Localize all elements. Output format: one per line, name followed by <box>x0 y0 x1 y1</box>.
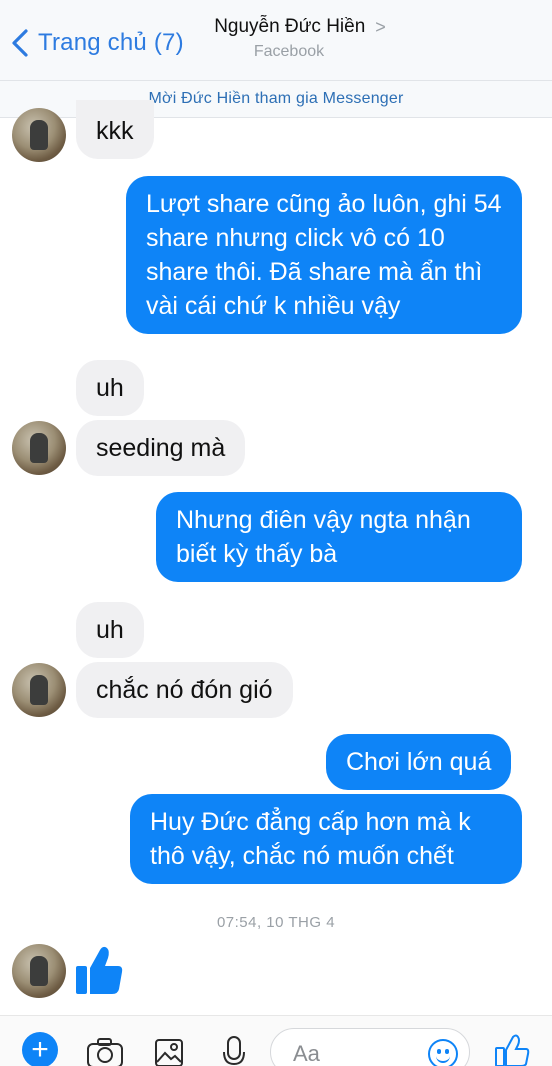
message-bubble-outgoing[interactable]: Nhưng điên vậy ngta nhận biết kỳ thấy bà <box>156 492 522 582</box>
message-bubble-outgoing[interactable]: Chơi lớn quá <box>326 734 512 790</box>
microphone-icon[interactable] <box>222 1036 246 1066</box>
avatar[interactable] <box>12 421 66 475</box>
chevron-right-icon: > <box>375 16 386 37</box>
thumbs-up-icon[interactable] <box>494 1034 530 1066</box>
avatar[interactable] <box>12 944 66 998</box>
camera-icon[interactable] <box>86 1038 124 1066</box>
emoji-icon[interactable] <box>428 1039 458 1066</box>
message-bubble-incoming[interactable]: uh <box>76 360 144 416</box>
composer-bar: + <box>0 1015 552 1066</box>
back-button[interactable]: Trang chủ (7) <box>10 28 184 58</box>
conversation-header: Trang chủ (7) Nguyễn Đức Hiền > Facebook <box>0 0 552 80</box>
message-bubble-incoming[interactable]: chắc nó đón gió <box>76 662 293 718</box>
back-label: Trang chủ (7) <box>38 29 184 56</box>
message-input[interactable] <box>293 1041 413 1066</box>
contact-info[interactable]: Nguyễn Đức Hiền > Facebook <box>200 16 400 61</box>
avatar[interactable] <box>12 663 66 717</box>
thumbs-up-icon[interactable] <box>74 944 124 996</box>
contact-source: Facebook <box>253 43 325 60</box>
contact-name: Nguyễn Đức Hiền <box>214 16 366 37</box>
message-bubble-incoming[interactable]: kkk <box>76 100 154 159</box>
message-bubble-outgoing[interactable]: Lượt share cũng ảo luôn, ghi 54 share nh… <box>126 176 522 334</box>
plus-icon[interactable]: + <box>22 1032 58 1066</box>
message-input-box[interactable] <box>270 1028 470 1066</box>
gallery-icon[interactable] <box>154 1038 184 1066</box>
message-bubble-incoming[interactable]: uh <box>76 602 144 658</box>
message-bubble-incoming[interactable]: seeding mà <box>76 420 246 476</box>
message-timestamp: 07:54, 10 THG 4 <box>216 914 336 931</box>
chevron-left-icon <box>12 29 28 57</box>
avatar[interactable] <box>12 108 66 162</box>
message-bubble-outgoing[interactable]: Huy Đức đẳng cấp hơn mà k thô vậy, chắc … <box>130 794 522 884</box>
